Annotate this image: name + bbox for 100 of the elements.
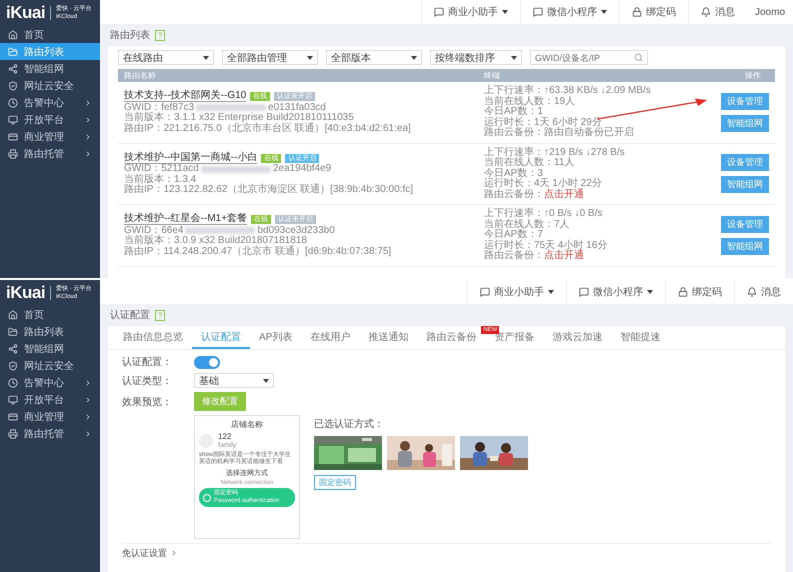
clock-icon xyxy=(8,378,18,388)
card-icon xyxy=(8,132,18,142)
router-name[interactable]: 技术支持--技术部网关--G10 xyxy=(124,91,246,102)
folder-icon xyxy=(8,326,18,336)
ip-text: 路由IP：114.248.200.47（北京市 联通）[d6:9b:4b:07:38:75] xyxy=(124,246,392,257)
chevron-icon xyxy=(170,549,178,558)
online-count: 当前在线人数：19人 xyxy=(484,96,576,106)
bell-icon xyxy=(747,287,757,297)
sidebar-item[interactable]: 首页 xyxy=(0,26,100,43)
backup-link[interactable]: 点击开通 xyxy=(544,251,584,262)
chat-icon xyxy=(480,287,490,297)
caret-icon xyxy=(203,56,209,60)
tab[interactable]: 在线用户 xyxy=(301,326,360,349)
sidebar-item[interactable]: 首页 xyxy=(0,306,100,323)
sidebar-item[interactable]: 智能组网 xyxy=(0,60,100,77)
home-icon xyxy=(8,310,18,320)
backup-link[interactable]: 点击开通 xyxy=(544,190,584,200)
column-header: 路由名称 xyxy=(124,70,157,81)
gwid-text: bd093ce3d233b0 xyxy=(257,226,335,236)
gwid-text: 2ea194bf4e9 xyxy=(272,164,332,174)
caret-icon xyxy=(411,56,417,60)
tab[interactable]: 游戏云加速 xyxy=(543,326,612,349)
share-icon xyxy=(8,344,18,354)
tab[interactable]: 路由信息总览 xyxy=(114,326,192,349)
backup-label: 路由云备份： xyxy=(484,190,544,200)
monitor-icon xyxy=(8,114,18,124)
backup-label: 路由云备份： xyxy=(484,128,544,138)
redaction-bar xyxy=(200,166,271,173)
version-text: 当前版本：1.3.4 xyxy=(124,174,198,184)
header-menu[interactable]: 商业小助手 xyxy=(467,280,566,304)
uptime-text: 运行时长：75天 4小时 16分 xyxy=(484,240,608,250)
router-name[interactable]: 技术维护--中国第一商城--小白 xyxy=(124,152,258,164)
filter-select[interactable]: 按终端数排序 xyxy=(430,50,522,65)
filter-select[interactable]: 在线路由 xyxy=(118,50,214,65)
backup-label: 路由云备份： xyxy=(484,251,544,262)
ip-text: 路由IP：221.216.75.0（北京市丰台区 联通）[40:e3:b4:d2:61:ea] xyxy=(124,124,412,134)
rate-text: 上下行速率：↑0 B/s ↓0 B/s xyxy=(484,209,604,219)
sidebar-item[interactable]: 商业管理 xyxy=(0,408,100,425)
header-menu[interactable]: 绑定码 xyxy=(665,280,734,304)
sidebar-item[interactable]: 智能组网 xyxy=(0,340,100,357)
sidebar-item[interactable]: 网址云安全 xyxy=(0,77,100,94)
caret-icon xyxy=(511,56,517,60)
shop-title: 店铺名称 xyxy=(230,419,264,430)
gwid-text: GWID：5211acd xyxy=(124,164,199,174)
user-name[interactable]: Joomo xyxy=(746,6,793,18)
sidebar-item[interactable]: 开放平台 xyxy=(0,111,100,128)
tab[interactable]: 智能提速 xyxy=(611,326,670,349)
redaction-bar xyxy=(185,227,256,234)
auth-type-select[interactable]: 基础 xyxy=(194,373,274,388)
backup-status: 路由自动备份已开启 xyxy=(544,128,634,138)
printer-icon xyxy=(8,148,18,158)
sidebar-item[interactable]: 路由列表 xyxy=(0,323,100,340)
header-menu[interactable]: 消息 xyxy=(734,280,793,304)
header-menu[interactable]: 微信小程序 xyxy=(520,0,619,24)
bell-icon xyxy=(700,7,711,17)
page-title: 认证配置 xyxy=(110,308,150,322)
field-label: 认证配置： xyxy=(122,356,173,369)
sidebar-item[interactable]: 路由托管 xyxy=(0,425,100,442)
chat-icon xyxy=(532,7,543,17)
header-menu[interactable]: 消息 xyxy=(688,0,747,24)
monitor-icon xyxy=(8,394,18,404)
card-icon xyxy=(8,412,18,422)
ap-count: 今日AP数：3 xyxy=(484,168,543,178)
auth-toggle[interactable] xyxy=(194,356,220,368)
filter-select[interactable]: 全部路由管理 xyxy=(222,50,318,65)
chat-icon xyxy=(434,7,444,17)
tab[interactable]: AP列表 xyxy=(250,326,302,349)
search-field[interactable]: GWID/设备名/IP xyxy=(530,50,648,65)
folder-icon xyxy=(8,46,18,56)
tab[interactable]: 推送通知 xyxy=(359,326,418,349)
home-icon xyxy=(8,30,18,40)
online-count: 当前在线人数：7人 xyxy=(484,220,571,230)
header-menu[interactable]: 绑定码 xyxy=(618,0,688,24)
clock-icon xyxy=(8,98,18,108)
router-name[interactable]: 技术维护--红星会--M1+套餐 xyxy=(124,214,248,225)
field-label: 效果预览： xyxy=(122,396,173,408)
sidebar-item[interactable]: 商业管理 xyxy=(0,128,100,145)
sidebar-item[interactable]: 网址云安全 xyxy=(0,357,100,374)
header-menu[interactable]: 商业小助手 xyxy=(420,0,520,24)
logo: iKuai xyxy=(6,283,46,303)
field-label: 认证类型： xyxy=(122,374,173,388)
online-count: 当前在线人数：11人 xyxy=(484,158,576,168)
gwid-text: GWID：66e4 xyxy=(124,226,184,236)
redaction-bar xyxy=(196,104,266,112)
shield-icon xyxy=(8,80,18,90)
exempt-settings-link[interactable]: 免认证设置 xyxy=(122,548,167,559)
uptime-text: 运行时长：1天 6小时 29分 xyxy=(484,118,602,128)
printer-icon xyxy=(8,428,18,438)
rate-text: 上下行速率：↑219 B/s ↓278 B/s xyxy=(484,148,626,158)
sidebar-item[interactable]: 告警中心 xyxy=(0,94,100,111)
page-title: 路由列表 xyxy=(110,28,150,42)
header-menu[interactable]: 微信小程序 xyxy=(566,280,665,304)
sidebar-item[interactable]: 路由托管 xyxy=(0,145,100,162)
sidebar-item[interactable]: 告警中心 xyxy=(0,374,100,391)
caret-icon xyxy=(307,56,313,60)
sidebar-item[interactable]: 开放平台 xyxy=(0,391,100,408)
rate-text: 上下行速率：↑63.38 KB/s ↓2.09 MB/s xyxy=(484,86,652,96)
shop-name: 122 xyxy=(218,432,232,442)
filter-select[interactable]: 全部版本 xyxy=(326,50,422,65)
version-text: 当前版本：3.0.9 x32 Build201807181818 xyxy=(124,236,308,246)
